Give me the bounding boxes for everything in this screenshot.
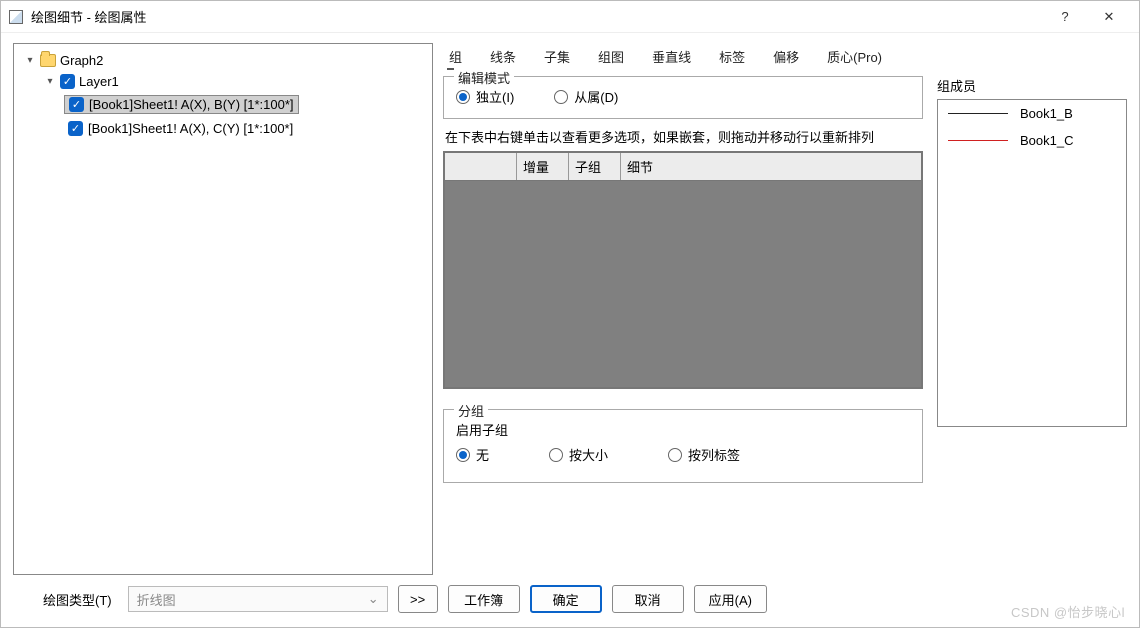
checkbox-checked-icon[interactable]: ✓	[60, 74, 75, 89]
tab-body: 编辑模式 独立(I) 从属(D) 在下表中右键单击以查看更多选项，如果嵌套，则拖…	[443, 76, 1127, 575]
cancel-button[interactable]: 取消	[612, 585, 684, 613]
list-item[interactable]: Book1_C	[938, 127, 1126, 154]
members-listbox[interactable]: Book1_B Book1_C	[937, 99, 1127, 427]
workbook-button[interactable]: 工作簿	[448, 585, 520, 613]
tree-node-plot[interactable]: ✓ [Book1]Sheet1! A(X), B(Y) [1*:100*]	[62, 92, 428, 117]
window-title: 绘图细节 - 绘图属性	[31, 7, 1043, 26]
enable-subgroup-label: 启用子组	[456, 420, 910, 439]
chevron-down-icon[interactable]: ▾	[24, 55, 36, 67]
tab-group[interactable]: 组	[447, 45, 464, 70]
checkbox-checked-icon[interactable]: ✓	[68, 121, 83, 136]
tree-node-layer[interactable]: ▾ ✓ Layer1	[42, 71, 428, 92]
checkbox-checked-icon[interactable]: ✓	[69, 97, 84, 112]
radio-icon	[668, 448, 682, 462]
folder-icon	[40, 54, 56, 67]
members-column: 组成员 Book1_B Book1_C	[937, 76, 1127, 575]
grouping-legend: 分组	[454, 401, 488, 420]
tab-centroid[interactable]: 质心(Pro)	[825, 45, 884, 70]
grid-col-subgroup: 子组	[569, 153, 621, 180]
radio-none[interactable]: 无	[456, 445, 489, 464]
plot-type-label: 绘图类型(T)	[43, 590, 112, 609]
grid-body[interactable]	[445, 181, 921, 387]
grid-col-increment: 增量	[517, 153, 569, 180]
grid-header: 增量 子组 细节	[445, 153, 921, 181]
main-column: 编辑模式 独立(I) 从属(D) 在下表中右键单击以查看更多选项，如果嵌套，则拖…	[443, 76, 923, 575]
tree-label: Layer1	[79, 74, 119, 89]
grid-col-detail: 细节	[621, 153, 921, 180]
radio-label: 无	[476, 445, 489, 464]
radio-icon	[554, 90, 568, 104]
chevron-down-icon: ⌄	[368, 591, 379, 607]
line-sample-icon	[948, 140, 1008, 141]
combo-value: 折线图	[137, 590, 176, 609]
tree-label: Graph2	[60, 53, 103, 68]
radio-label: 按列标签	[688, 445, 740, 464]
plot-tree[interactable]: ▾ Graph2 ▾ ✓ Layer1 ✓ [Book1]She	[18, 50, 428, 140]
tab-panel[interactable]: 组图	[596, 45, 626, 70]
tree-node-graph[interactable]: ▾ Graph2	[22, 50, 428, 71]
help-button[interactable]: ?	[1043, 2, 1087, 32]
line-sample-icon	[948, 113, 1008, 114]
radio-by-size[interactable]: 按大小	[549, 445, 608, 464]
radio-label: 从属(D)	[574, 87, 618, 106]
chevron-down-icon[interactable]: ▾	[44, 76, 56, 88]
tree-label: [Book1]Sheet1! A(X), C(Y) [1*:100*]	[88, 121, 293, 136]
radio-icon	[549, 448, 563, 462]
titlebar: 绘图细节 - 绘图属性 ? ✕	[1, 1, 1139, 33]
tree-node-plot[interactable]: ✓ [Book1]Sheet1! A(X), C(Y) [1*:100*]	[62, 117, 428, 140]
ok-button[interactable]: 确定	[530, 585, 602, 613]
tab-label[interactable]: 标签	[717, 45, 747, 70]
apply-button[interactable]: 应用(A)	[694, 585, 767, 613]
radio-label: 独立(I)	[476, 87, 514, 106]
grid-hint: 在下表中右键单击以查看更多选项，如果嵌套，则拖动并移动行以重新排列	[445, 129, 923, 147]
radio-by-label[interactable]: 按列标签	[668, 445, 740, 464]
tab-dropline[interactable]: 垂直线	[650, 45, 693, 70]
tab-bar: 组 线条 子集 组图 垂直线 标签 偏移 质心(Pro)	[443, 43, 1127, 76]
list-item[interactable]: Book1_B	[938, 100, 1126, 127]
members-legend: 组成员	[937, 76, 1127, 95]
expand-button[interactable]: >>	[398, 585, 438, 613]
radio-label: 按大小	[569, 445, 608, 464]
increment-grid[interactable]: 增量 子组 细节	[443, 151, 923, 389]
tab-offset[interactable]: 偏移	[771, 45, 801, 70]
app-icon	[9, 10, 23, 24]
tab-line[interactable]: 线条	[488, 45, 518, 70]
plot-type-combo[interactable]: 折线图 ⌄	[128, 586, 388, 612]
radio-dependent[interactable]: 从属(D)	[554, 87, 618, 106]
tree-panel: ▾ Graph2 ▾ ✓ Layer1 ✓ [Book1]She	[13, 43, 433, 575]
grid-col-blank	[445, 153, 517, 180]
close-button[interactable]: ✕	[1087, 2, 1131, 32]
radio-icon	[456, 90, 470, 104]
radio-icon	[456, 448, 470, 462]
edit-mode-fieldset: 编辑模式 独立(I) 从属(D)	[443, 76, 923, 119]
member-label: Book1_C	[1020, 133, 1073, 148]
tree-label: [Book1]Sheet1! A(X), B(Y) [1*:100*]	[89, 97, 294, 112]
member-label: Book1_B	[1020, 106, 1073, 121]
footer: 绘图类型(T) 折线图 ⌄ >> 工作簿 确定 取消 应用(A)	[1, 575, 1139, 627]
grouping-fieldset: 分组 启用子组 无 按大小 按列标签	[443, 409, 923, 483]
radio-independent[interactable]: 独立(I)	[456, 87, 514, 106]
edit-mode-legend: 编辑模式	[454, 68, 514, 87]
tab-subset[interactable]: 子集	[542, 45, 572, 70]
right-panel: 组 线条 子集 组图 垂直线 标签 偏移 质心(Pro) 编辑模式 独立(I)	[443, 43, 1127, 575]
content: ▾ Graph2 ▾ ✓ Layer1 ✓ [Book1]She	[1, 33, 1139, 575]
